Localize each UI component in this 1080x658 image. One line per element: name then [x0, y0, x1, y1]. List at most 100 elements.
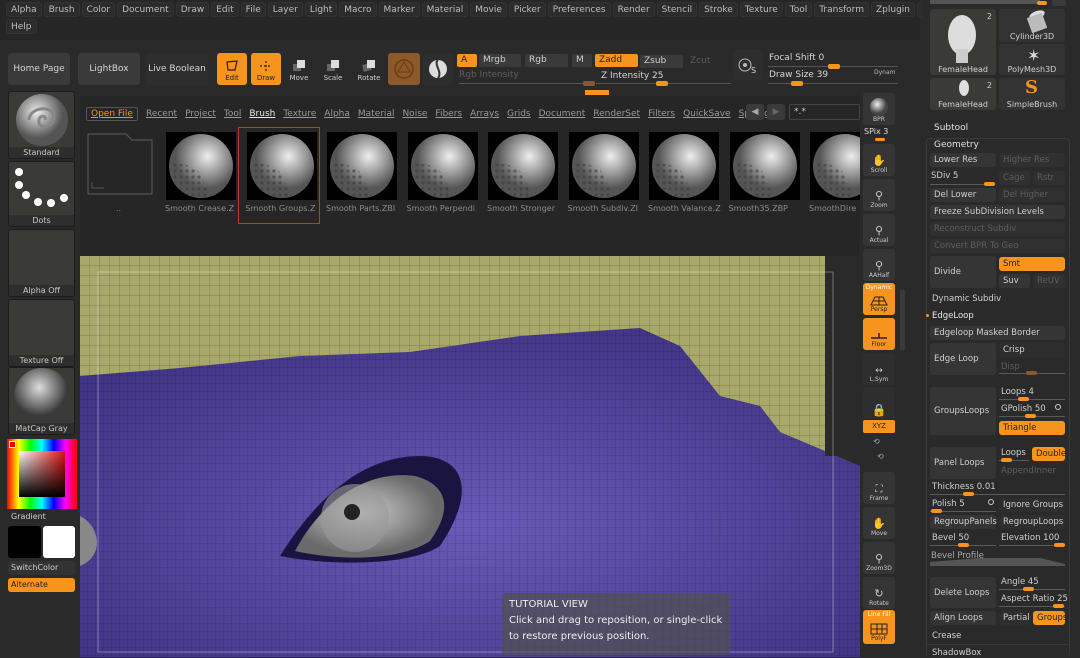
- double-toggle[interactable]: Double: [1032, 447, 1066, 461]
- del-lower-button[interactable]: Del Lower: [930, 188, 996, 202]
- menu-item-alpha[interactable]: Alpha: [6, 2, 42, 17]
- subtool-tile[interactable]: 2 FemaleHead: [930, 9, 996, 75]
- brush-selector[interactable]: Standard: [8, 91, 75, 159]
- lightbox-tab-noise[interactable]: Noise: [402, 109, 427, 119]
- del-higher-button[interactable]: Del Higher: [999, 188, 1065, 202]
- crease-header[interactable]: Crease: [932, 631, 961, 641]
- gpolish-knob[interactable]: [1025, 414, 1036, 418]
- edgeloop-masked-border-button[interactable]: Edgeloop Masked Border: [930, 326, 1065, 340]
- menu-item-file[interactable]: File: [240, 2, 266, 17]
- ignore-groups-toggle[interactable]: Ignore Groups: [999, 498, 1065, 512]
- brush-thumbnail[interactable]: [327, 132, 397, 200]
- home-page-button[interactable]: Home Page: [8, 53, 70, 85]
- lower-res-button[interactable]: Lower Res: [930, 153, 996, 167]
- polish-knob[interactable]: [931, 509, 942, 513]
- append-toggle[interactable]: Append: [1001, 466, 1034, 476]
- color-saturation-square[interactable]: [19, 451, 65, 497]
- tool-slider-knob[interactable]: [1037, 1, 1047, 5]
- alternate-button[interactable]: Alternate: [8, 578, 75, 592]
- right-shelf-scrollbar[interactable]: [900, 290, 905, 350]
- disp-knob[interactable]: [1026, 371, 1037, 375]
- brush-thumbnail[interactable]: [166, 132, 236, 200]
- thickness-slider[interactable]: [930, 494, 1065, 495]
- lightbox-tab-tool[interactable]: Tool: [224, 109, 241, 119]
- frame-button[interactable]: ⛶ Frame: [863, 472, 895, 504]
- bevel-knob[interactable]: [958, 543, 969, 547]
- y-axis-button[interactable]: ⟲: [873, 437, 880, 446]
- local-transform-button[interactable]: 🔒: [863, 387, 895, 419]
- menu-item-stencil[interactable]: Stencil: [656, 2, 698, 17]
- menu-item-stroke[interactable]: Stroke: [699, 2, 738, 17]
- 3d-viewport[interactable]: [80, 256, 860, 657]
- menu-item-picker[interactable]: Picker: [508, 2, 546, 17]
- m-toggle[interactable]: M: [572, 54, 592, 67]
- menu-item-material[interactable]: Material: [421, 2, 469, 17]
- subtool-header[interactable]: Subtool: [934, 123, 968, 133]
- menu-item-brush[interactable]: Brush: [43, 2, 80, 17]
- scale-button[interactable]: Scale: [318, 53, 348, 85]
- inner-toggle[interactable]: Inner: [1034, 466, 1056, 476]
- lightbox-tab-fibers[interactable]: Fibers: [435, 109, 462, 119]
- lightbox-tab-quicksave[interactable]: QuickSave: [683, 109, 731, 119]
- menu-item-help[interactable]: Help: [6, 19, 37, 34]
- material-selector[interactable]: MatCap Gray: [8, 367, 75, 435]
- actual-button[interactable]: ⚲ Actual: [863, 214, 895, 246]
- menu-item-transform[interactable]: Transform: [814, 2, 869, 17]
- convert-bpr-button[interactable]: Convert BPR To Geo: [930, 239, 1065, 253]
- zcut-toggle[interactable]: Zcut: [686, 55, 726, 68]
- groups-loops-button[interactable]: GroupsLoops: [930, 387, 996, 435]
- panel-loops-button[interactable]: Panel Loops: [930, 447, 996, 479]
- smt-toggle[interactable]: Smt: [999, 257, 1065, 271]
- move-button[interactable]: Move: [284, 53, 314, 85]
- menu-item-movie[interactable]: Movie: [470, 2, 507, 17]
- lightbox-tab-material[interactable]: Material: [358, 109, 395, 119]
- mrgb-toggle[interactable]: Mrgb: [479, 54, 521, 67]
- brush-thumbnail[interactable]: [488, 132, 558, 200]
- z-intensity-knob[interactable]: [656, 81, 668, 86]
- parent-folder[interactable]: [86, 132, 154, 196]
- menu-item-marker[interactable]: Marker: [378, 2, 420, 17]
- prev-page-button[interactable]: ◀: [746, 104, 764, 120]
- regroup-panels-button[interactable]: RegroupPanels: [930, 515, 997, 529]
- subtool-tile[interactable]: 2 FemaleHead: [930, 78, 996, 110]
- lightbox-tab-arrays[interactable]: Arrays: [470, 109, 499, 119]
- edgeloop-header[interactable]: EdgeLoop: [932, 311, 974, 321]
- menu-item-draw[interactable]: Draw: [175, 2, 210, 17]
- color-picker[interactable]: [7, 439, 77, 509]
- menu-item-macro[interactable]: Macro: [339, 2, 377, 17]
- reconstruct-subdiv-button[interactable]: Reconstruct Subdiv: [930, 222, 1065, 236]
- z-axis-button[interactable]: ⟲: [877, 452, 884, 461]
- freeze-subdivision-button[interactable]: Freeze SubDivision Levels: [930, 205, 1065, 219]
- brush-thumbnail[interactable]: [729, 132, 800, 200]
- rgb-toggle[interactable]: Rgb: [525, 54, 568, 67]
- align-loops-button[interactable]: Align Loops: [930, 611, 996, 625]
- reuv-button[interactable]: ReUV: [1033, 274, 1065, 288]
- lightbox-tab-filters[interactable]: Filters: [648, 109, 675, 119]
- bevel-profile-curve[interactable]: [930, 554, 1065, 566]
- switch-color-button[interactable]: SwitchColor: [8, 561, 75, 575]
- gradient-button[interactable]: Gradient: [8, 510, 75, 524]
- menu-item-texture[interactable]: Texture: [739, 2, 783, 17]
- tool-r-button[interactable]: [1052, 0, 1066, 6]
- rotate-button[interactable]: Rotate: [354, 53, 384, 85]
- brush-thumbnail[interactable]: [568, 132, 639, 200]
- delete-loops-button[interactable]: Delete Loops: [930, 577, 996, 608]
- crisp-toggle[interactable]: Crisp: [999, 343, 1065, 357]
- menu-item-light[interactable]: Light: [304, 2, 338, 17]
- subtool-tile[interactable]: ✶ PolyMesh3D: [999, 44, 1065, 75]
- aahalf-button[interactable]: ⚲ AAHalf: [863, 249, 895, 281]
- cage-button[interactable]: Cage: [999, 171, 1030, 185]
- geometry-header[interactable]: Geometry: [934, 140, 979, 150]
- partial-toggle[interactable]: Partial: [999, 611, 1030, 625]
- edge-loop-button[interactable]: Edge Loop: [930, 343, 996, 375]
- edit-button[interactable]: Edit: [217, 53, 247, 85]
- rgb-intensity-knob[interactable]: [583, 81, 595, 86]
- lightbox-tab-texture[interactable]: Texture: [283, 109, 316, 119]
- lightbox-tab-renderset[interactable]: RenderSet: [593, 109, 640, 119]
- next-page-button[interactable]: ▶: [767, 104, 785, 120]
- zoom-button[interactable]: ⚲ Zoom: [863, 179, 895, 211]
- sculptris-pro-button[interactable]: [388, 53, 420, 85]
- dynamic-toggle[interactable]: Dynam: [874, 69, 896, 76]
- bpr-button[interactable]: BPR: [863, 93, 895, 125]
- persp-button[interactable]: Dynamic Persp: [863, 283, 895, 315]
